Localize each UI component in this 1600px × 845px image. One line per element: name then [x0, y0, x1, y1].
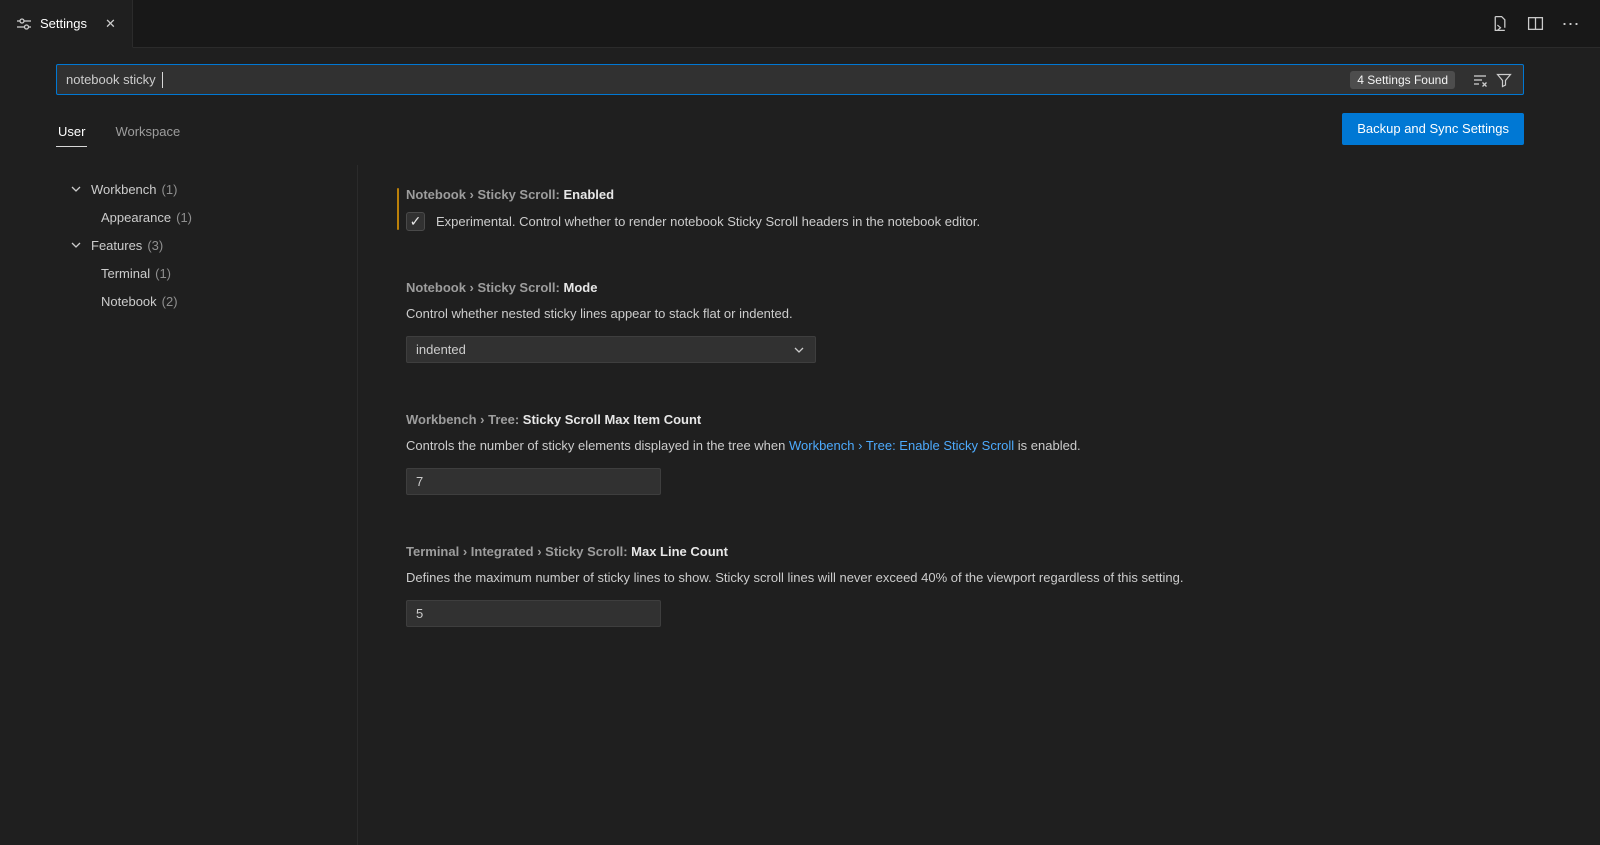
toc-item-count: (3) — [147, 238, 163, 253]
setting-notebook-sticky-scroll-enabled: Notebook › Sticky Scroll: Enabled ✓ Expe… — [406, 187, 1560, 231]
toc-item-count: (1) — [176, 210, 192, 225]
mode-select-dropdown[interactable]: indented — [406, 336, 816, 363]
related-setting-link[interactable]: Workbench › Tree: Enable Sticky Scroll — [789, 438, 1014, 453]
backup-sync-settings-button[interactable]: Backup and Sync Settings — [1342, 113, 1524, 145]
search-row: notebook sticky 4 Settings Found — [0, 48, 1600, 95]
text-cursor — [162, 72, 163, 88]
more-actions-icon[interactable]: ⋯ — [1560, 13, 1582, 35]
results-count-badge: 4 Settings Found — [1350, 71, 1455, 89]
search-query-text: notebook sticky — [66, 72, 159, 87]
setting-description: Defines the maximum number of sticky lin… — [406, 569, 1560, 587]
setting-description: Experimental. Control whether to render … — [436, 213, 980, 231]
toc-item-count: (1) — [162, 182, 178, 197]
setting-description: Controls the number of sticky elements d… — [406, 437, 1560, 455]
chevron-down-icon — [68, 181, 84, 197]
setting-description: Control whether nested sticky lines appe… — [406, 305, 1560, 323]
setting-title: Workbench › Tree: Sticky Scroll Max Item… — [406, 412, 1560, 427]
toc-item-count: (2) — [162, 294, 178, 309]
setting-terminal-sticky-scroll-max-line-count: Terminal › Integrated › Sticky Scroll: M… — [406, 544, 1560, 627]
settings-search-input[interactable]: notebook sticky 4 Settings Found — [56, 64, 1524, 95]
toc-item-appearance[interactable]: Appearance (1) — [0, 203, 357, 231]
settings-editor-window: Settings ✕ ⋯ notebook sticky — [0, 0, 1600, 845]
toc-item-terminal[interactable]: Terminal (1) — [0, 259, 357, 287]
setting-notebook-sticky-scroll-mode: Notebook › Sticky Scroll: Mode Control w… — [406, 280, 1560, 363]
toc-item-count: (1) — [155, 266, 171, 281]
toc-item-features[interactable]: Features (3) — [0, 231, 357, 259]
setting-tree-sticky-scroll-max-item-count: Workbench › Tree: Sticky Scroll Max Item… — [406, 412, 1560, 495]
max-item-count-input[interactable] — [406, 468, 661, 495]
tab-title: Settings — [40, 16, 87, 31]
toc-item-workbench[interactable]: Workbench (1) — [0, 175, 357, 203]
close-tab-icon[interactable]: ✕ — [101, 14, 120, 34]
settings-list: Notebook › Sticky Scroll: Enabled ✓ Expe… — [358, 165, 1600, 845]
setting-title: Notebook › Sticky Scroll: Enabled — [406, 187, 1560, 202]
toc-item-notebook[interactable]: Notebook (2) — [0, 287, 357, 315]
tab-workspace-settings[interactable]: Workspace — [113, 120, 182, 147]
chevron-down-icon — [791, 342, 807, 358]
max-line-count-input[interactable] — [406, 600, 661, 627]
settings-body: Workbench (1) Appearance (1) Features (3… — [0, 165, 1600, 845]
tab-user-settings[interactable]: User — [56, 120, 87, 147]
setting-title: Notebook › Sticky Scroll: Mode — [406, 280, 1560, 295]
clear-search-filters-icon[interactable] — [1469, 69, 1491, 91]
open-settings-json-icon[interactable] — [1488, 13, 1510, 35]
settings-toc-tree: Workbench (1) Appearance (1) Features (3… — [0, 165, 358, 845]
editor-actions: ⋯ — [1488, 0, 1600, 47]
scope-row: User Workspace Backup and Sync Settings — [0, 95, 1600, 147]
tab-settings[interactable]: Settings ✕ — [0, 0, 133, 48]
selected-option: indented — [416, 342, 466, 357]
chevron-down-icon — [68, 237, 84, 253]
filter-settings-icon[interactable] — [1493, 69, 1515, 91]
editor-tab-bar: Settings ✕ ⋯ — [0, 0, 1600, 48]
settings-sliders-icon — [16, 16, 32, 32]
split-editor-icon[interactable] — [1524, 13, 1546, 35]
setting-title: Terminal › Integrated › Sticky Scroll: M… — [406, 544, 1560, 559]
checkbox-checked[interactable]: ✓ — [406, 212, 425, 231]
